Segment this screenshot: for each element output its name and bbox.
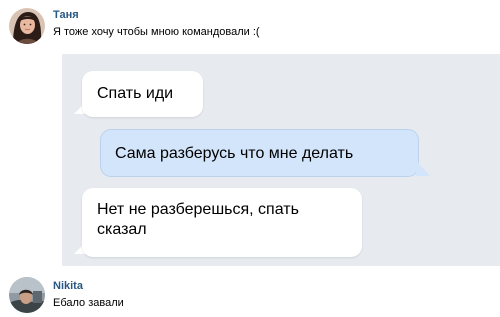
message-text-line: Нет не разберешься, спать [97, 201, 299, 218]
comment: Nikita Ебало завали [0, 270, 500, 317]
incoming-message-bubble: Спать иди [82, 71, 203, 117]
incoming-message-bubble: Нет не разберешься, спать сказал [82, 188, 362, 257]
avatar[interactable] [9, 277, 45, 313]
user-avatar-photo-icon [9, 277, 45, 313]
comment-author[interactable]: Таня [53, 9, 79, 21]
comment: Таня Я тоже хочу чтобы мною командовали … [0, 0, 500, 54]
message-text-line: Спать иди [97, 85, 174, 102]
chat-screenshot-image: Спать иди Сама разберусь что мне делать … [62, 54, 500, 266]
comment-author[interactable]: Nikita [53, 280, 83, 292]
user-avatar-photo-icon [9, 8, 45, 44]
message-text-line: Сама разберусь что мне делать [115, 145, 354, 162]
comment-text: Я тоже хочу чтобы мною командовали :( [53, 26, 260, 38]
comment-text: Ебало завали [53, 297, 124, 309]
message-text-line: сказал [97, 221, 147, 238]
post-comments-page: Таня Я тоже хочу чтобы мною командовали … [0, 0, 500, 317]
avatar[interactable] [9, 8, 45, 44]
outgoing-message-bubble: Сама разберусь что мне делать [100, 129, 419, 177]
